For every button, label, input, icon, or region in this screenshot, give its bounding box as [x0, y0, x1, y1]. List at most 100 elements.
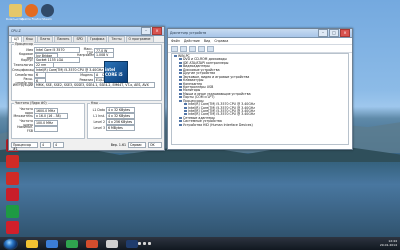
voltage-row: Напряжение 1.008 V [77, 52, 114, 58]
properties-icon[interactable] [189, 45, 196, 52]
tab-about[interactable]: О программе [125, 36, 154, 42]
flag-icon[interactable] [138, 242, 141, 245]
cache-group-title: Кэш [90, 101, 99, 105]
tab-graphics[interactable]: Графика [86, 36, 108, 42]
game-icon[interactable] [126, 239, 138, 248]
network-icon[interactable] [143, 242, 146, 245]
desktop-icon-red-app[interactable] [0, 188, 24, 202]
desktop-icon-steam[interactable]: Steam [35, 4, 59, 21]
intel-core-i5-logo: intel CORE i5 [104, 61, 128, 83]
level3-value: 6 MBytes [106, 125, 135, 131]
device-tree[interactable]: WIN-PC DVD и CD-ROM дисководы IDE ATA/AT… [171, 53, 349, 145]
app-icon [5, 205, 19, 218]
version-label: Вер. 1.61 [110, 143, 126, 147]
instructions-label: Инструкции [12, 83, 33, 87]
l1-data-label: L1 Data [92, 108, 105, 112]
cpuz-window[interactable]: CPU-Z – × ЦП Кэш Плата Память SPD График… [8, 26, 165, 151]
folder-icon[interactable] [26, 239, 38, 248]
cpuz-titlebar[interactable]: CPU-Z – × [9, 27, 164, 36]
tree-item[interactable]: Устройства HID (Human Interface Devices) [174, 122, 346, 127]
ok-button[interactable]: OK [148, 142, 162, 148]
device-manager-toolbar [168, 45, 352, 53]
chat-icon[interactable] [86, 239, 98, 248]
system-tray-icons [138, 242, 151, 245]
multiplier-label: Множитель [13, 114, 33, 118]
browser-icon[interactable] [66, 239, 78, 248]
menu-help[interactable]: Справка [214, 39, 228, 43]
processor-icon [184, 106, 187, 109]
network-icon [179, 116, 182, 119]
start-button[interactable] [3, 237, 18, 250]
rated-fsb-value [34, 126, 58, 132]
tools-button[interactable]: Сервис [128, 142, 146, 148]
tab-mainboard[interactable]: Плата [36, 36, 54, 42]
clock-date: 29.01.2014 [379, 242, 397, 247]
rated-fsb-label: Номинал. FSB [17, 125, 33, 133]
desktop-icon-red-app[interactable] [0, 155, 24, 169]
device-manager-menu: Файл Действие Вид Справка [168, 38, 352, 45]
processor-selector[interactable]: Процессор #1 [11, 142, 38, 150]
clock[interactable]: 12:44 29.01.2014 [379, 239, 397, 247]
thread-count: 4 [53, 142, 64, 148]
app-icon [5, 155, 19, 168]
maximize-button[interactable]: □ [329, 29, 339, 37]
desktop-icon-red-app[interactable] [0, 221, 24, 235]
cpuz-status-bar: Процессор #1 4 4 Вер. 1.61 Сервис OK [11, 142, 162, 150]
core-count: 4 [40, 142, 51, 148]
forward-icon[interactable] [180, 45, 187, 52]
processor-icon [184, 110, 187, 112]
device-manager-titlebar[interactable]: Диспетчер устройств – □ × [168, 29, 352, 38]
minimize-button[interactable]: – [141, 27, 151, 35]
voltage-label: Напряжение [77, 53, 99, 57]
menu-file[interactable]: Файл [171, 39, 180, 43]
menu-action[interactable]: Действие [184, 39, 200, 43]
disk-icon [179, 68, 182, 71]
dvd-icon [179, 58, 182, 61]
volume-icon[interactable] [148, 242, 151, 245]
tab-memory[interactable]: Память [54, 36, 73, 42]
device-manager-window[interactable]: Диспетчер устройств – □ × Файл Действие … [167, 28, 353, 150]
port-icon [179, 96, 182, 99]
sound-icon [179, 75, 182, 78]
scan-icon[interactable] [207, 45, 214, 52]
menu-view[interactable]: Вид [204, 39, 210, 43]
lake-reflection [0, 162, 400, 237]
processor-group-title: Процессор [14, 42, 34, 46]
usb-icon [179, 85, 182, 88]
close-button[interactable]: × [340, 29, 350, 37]
keyboard-icon [179, 79, 182, 82]
desktop-icon-red-app[interactable] [0, 172, 24, 186]
app-icon [5, 188, 19, 201]
level2-label: Level 2 [93, 120, 105, 124]
level3-label: Level 3 [93, 126, 105, 130]
taskbar: 12:44 29.01.2014 [0, 237, 400, 250]
processor-icon [184, 103, 187, 106]
processor-icon [179, 99, 182, 102]
tree-label: Устройства HID (Human Interface Devices) [183, 122, 253, 127]
display-adapter-icon [179, 65, 182, 68]
mouse-icon [179, 92, 182, 95]
minimize-button[interactable]: – [318, 29, 328, 37]
window-title: CPU-Z [11, 29, 21, 33]
help-icon[interactable] [198, 45, 205, 52]
close-button[interactable]: × [152, 27, 162, 35]
steam-icon [40, 4, 54, 17]
app-icon [5, 221, 19, 234]
level3-row: Level 36 MBytes [87, 125, 135, 131]
hid-icon [179, 123, 182, 126]
desktop-icon-green-app[interactable] [0, 205, 24, 219]
system-device-icon [179, 120, 182, 123]
media-icon[interactable] [46, 239, 58, 248]
computer-icon [174, 55, 177, 57]
voltage-value: 1.008 V [94, 52, 114, 58]
clocks-group-title: Частоты (Ядро #0) [14, 101, 48, 105]
ide-icon [179, 61, 182, 64]
tab-bench[interactable]: Тесты [108, 36, 125, 42]
device-manager-title: Диспетчер устройств [170, 31, 207, 35]
tab-spd[interactable]: SPD [73, 36, 86, 42]
revision-label: Ревизия [79, 78, 93, 82]
app-icon[interactable] [106, 239, 118, 248]
desktop-icon-label: Steam [42, 17, 52, 21]
back-icon[interactable] [171, 45, 178, 52]
l1-inst-label: L1 Inst. [93, 114, 105, 118]
